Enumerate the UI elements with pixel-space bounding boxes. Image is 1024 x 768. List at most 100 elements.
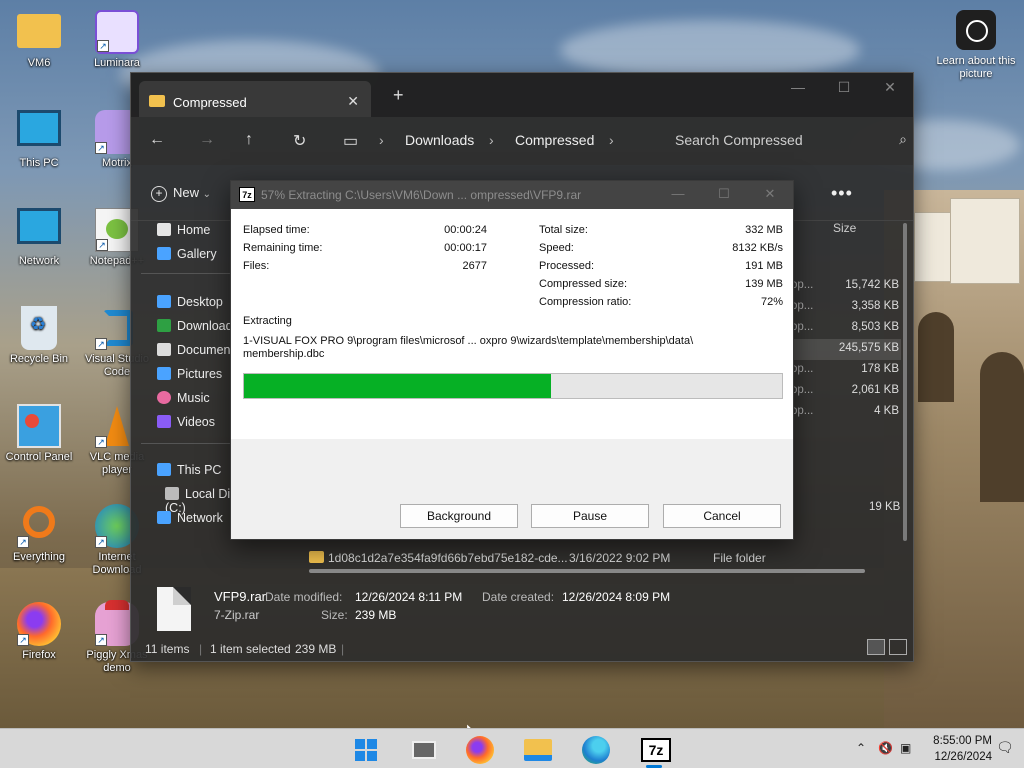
table-row[interactable]: 1d08c1d2a7e354fa9fd66b7ebd75e182-cde... …: [309, 551, 869, 565]
desktop-icon-control-panel[interactable]: Control Panel: [0, 404, 78, 464]
clock-date: 12/26/2024: [934, 751, 992, 763]
current-file-name: membership.dbc: [243, 348, 325, 360]
table-row[interactable]: 19 KB: [869, 501, 900, 513]
processed: 191 MB: [745, 260, 783, 272]
maximize-button[interactable]: ☐: [701, 181, 747, 207]
desktop-icon-vm6[interactable]: VM6: [0, 10, 78, 70]
task-view-button[interactable]: [408, 733, 440, 765]
taskbar-file-explorer[interactable]: [522, 733, 554, 765]
close-button[interactable]: ✕: [867, 73, 913, 103]
details-view-icon[interactable]: [867, 639, 885, 655]
network-icon: [17, 208, 61, 244]
dialog-title-bar: 7z 57% Extracting C:\Users\VM6\Down ... …: [231, 181, 793, 209]
table-row[interactable]: op... 8,503 KB: [791, 321, 899, 342]
taskbar-edge[interactable]: [580, 733, 612, 765]
table-row[interactable]: op... 15,742 KB: [791, 279, 899, 300]
chevron-right-icon: ›: [489, 132, 494, 148]
notifications-icon[interactable]: 🗨: [996, 739, 1014, 756]
sidebar-item-this-pc[interactable]: This PC: [157, 463, 221, 477]
sidebar-item-music[interactable]: Music: [157, 391, 210, 405]
vertical-scrollbar[interactable]: [903, 223, 907, 541]
sidebar-item-pictures[interactable]: Pictures: [157, 367, 222, 381]
desktop-icon-everything[interactable]: ↗ Everything: [0, 504, 78, 564]
plus-circle-icon: +: [151, 186, 167, 202]
clock-time: 8:55:00 PM: [933, 735, 992, 747]
monitor-icon[interactable]: ▭: [343, 131, 358, 151]
cancel-button[interactable]: Cancel: [663, 504, 781, 528]
background-button[interactable]: Background: [400, 504, 518, 528]
network-icon: [157, 511, 171, 524]
pictures-icon: [157, 367, 171, 380]
tiles-view-icon[interactable]: [889, 639, 907, 655]
folder-icon: [309, 551, 324, 563]
breadcrumb-compressed[interactable]: Compressed: [515, 132, 594, 148]
desktop-icon-network[interactable]: Network: [0, 208, 78, 268]
up-arrow-icon[interactable]: ↑: [245, 131, 253, 149]
sidebar-item-network[interactable]: Network: [157, 511, 223, 525]
taskbar-firefox[interactable]: [464, 733, 496, 765]
taskbar: 7z ⌃ 🔇 ▣ 8:55:00 PM 12/26/2024 🗨: [0, 728, 1024, 768]
table-row[interactable]: op... 3,358 KB: [791, 300, 899, 321]
learn-about-picture[interactable]: Learn about this picture: [936, 10, 1016, 81]
desktop-icon-luminara[interactable]: ↗ Luminara: [78, 10, 156, 70]
download-icon: [157, 319, 171, 332]
search-input[interactable]: Search Compressed ⌕: [663, 127, 913, 155]
start-button[interactable]: [350, 733, 382, 765]
seven-zip-icon: 7z: [641, 738, 671, 762]
new-tab-button[interactable]: +: [393, 85, 404, 106]
current-file-path: 1-VISUAL FOX PRO 9\program files\microso…: [243, 335, 694, 347]
music-icon: [157, 391, 171, 404]
table-row[interactable]: op... 178 KB: [791, 363, 899, 384]
new-button[interactable]: + New ⌄: [151, 185, 211, 202]
table-row[interactable]: op... 2,061 KB: [791, 384, 899, 405]
pause-button[interactable]: Pause: [531, 504, 649, 528]
sidebar-item-downloads[interactable]: Downloads: [157, 319, 239, 333]
total-size: 332 MB: [745, 224, 783, 236]
volume-icon[interactable]: 🔇: [878, 741, 893, 755]
clock[interactable]: 8:55:00 PM 12/26/2024: [920, 733, 992, 765]
network-status-icon[interactable]: ▣: [900, 741, 911, 755]
forward-arrow-icon[interactable]: →: [199, 131, 215, 149]
refresh-icon[interactable]: ↻: [293, 131, 306, 151]
desktop-icon-recycle-bin[interactable]: ♻ Recycle Bin: [0, 306, 78, 366]
tab-compressed[interactable]: Compressed ✕: [139, 81, 371, 117]
horizontal-scrollbar[interactable]: [309, 569, 865, 573]
progress-fill: [244, 374, 551, 398]
divider: |: [341, 642, 345, 656]
speed: 8132 KB/s: [732, 242, 783, 254]
sidebar-item-videos[interactable]: Videos: [157, 415, 215, 429]
camera-icon: [956, 10, 996, 50]
monitor-icon: [17, 110, 61, 146]
folder-icon: [524, 739, 552, 761]
sidebar-item-documents[interactable]: Documents: [157, 343, 240, 357]
desktop-icon-firefox[interactable]: ↗ Firefox: [0, 602, 78, 662]
sidebar-item-home[interactable]: Home: [157, 223, 210, 237]
search-icon: ⌕: [899, 131, 907, 147]
column-header-size[interactable]: Size: [833, 221, 856, 235]
sidebar-item-desktop[interactable]: Desktop: [157, 295, 223, 309]
breadcrumb-downloads[interactable]: Downloads: [405, 132, 474, 148]
details-pane: VFP9.rar 7-Zip.rar Date modified: 12/26/…: [131, 581, 915, 637]
size-column: op... 15,742 KB op... 3,358 KB op... 8,503 …: [791, 279, 899, 426]
status-bar: 11 items | 1 item selected 239 MB |: [131, 637, 915, 661]
sidebar-item-gallery[interactable]: Gallery: [157, 247, 217, 261]
window-controls: — ☐ ✕: [775, 73, 913, 103]
back-arrow-icon[interactable]: ←: [149, 131, 165, 149]
chevron-right-icon[interactable]: ›: [609, 132, 614, 148]
chevron-up-icon[interactable]: ⌃: [856, 741, 866, 755]
close-button[interactable]: ✕: [747, 181, 793, 207]
close-tab-icon[interactable]: ✕: [347, 93, 359, 110]
drive-icon: [165, 487, 179, 500]
taskbar-7zip[interactable]: 7z: [638, 733, 674, 768]
minimize-button[interactable]: —: [775, 73, 821, 103]
folder-icon: [149, 95, 165, 107]
firefox-icon: ↗: [17, 602, 61, 646]
table-row[interactable]: 245,575 KB: [791, 342, 899, 363]
desktop-icon-this-pc[interactable]: This PC: [0, 110, 78, 170]
maximize-button[interactable]: ☐: [821, 73, 867, 103]
dialog-body: Elapsed time: 00:00:24 Remaining time: 0…: [231, 209, 793, 539]
table-row[interactable]: op... 4 KB: [791, 405, 899, 426]
minimize-button[interactable]: —: [655, 181, 701, 207]
seven-zip-icon: 7z: [239, 187, 255, 202]
more-options-button[interactable]: •••: [831, 183, 853, 204]
